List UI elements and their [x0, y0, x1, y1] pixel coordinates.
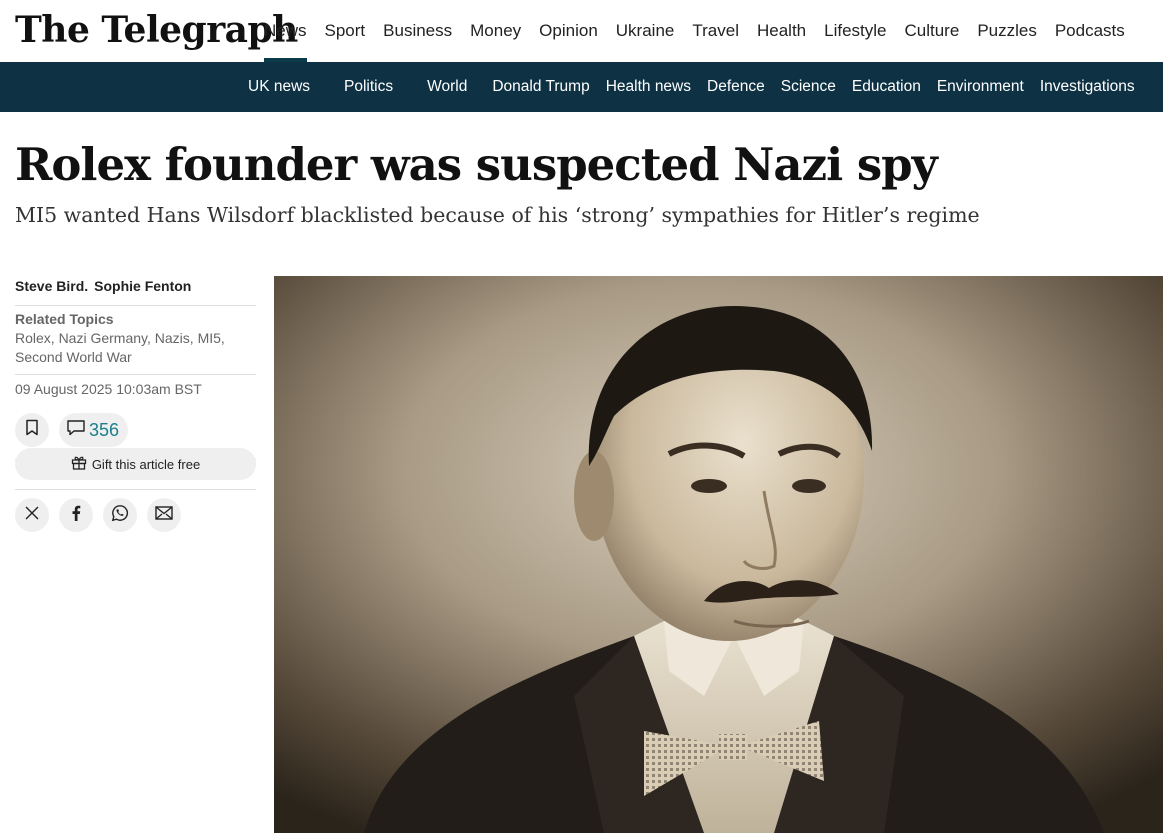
section-sub-nav: UK news Politics World Donald Trump Heal… [0, 62, 1163, 112]
publish-date: 09 August 2025 10:03am BST [15, 381, 202, 397]
nav-item-travel[interactable]: Travel [683, 0, 748, 62]
email-icon [155, 505, 173, 525]
subnav-item-science[interactable]: Science [773, 62, 844, 112]
author-link[interactable]: Sophie Fenton [94, 278, 191, 294]
nav-item-ukraine[interactable]: Ukraine [607, 0, 684, 62]
nav-item-opinion[interactable]: Opinion [530, 0, 607, 62]
comment-icon [66, 419, 86, 442]
portrait-photo [274, 276, 1163, 833]
share-buttons [15, 498, 256, 532]
gift-article-label: Gift this article free [91, 456, 201, 472]
subnav-item-health-news[interactable]: Health news [598, 62, 699, 112]
nav-item-health[interactable]: Health [748, 0, 815, 62]
related-topics-list[interactable]: Rolex, Nazi Germany, Nazis, MI5, Second … [15, 329, 256, 367]
subnav-item-environment[interactable]: Environment [929, 62, 1032, 112]
top-bar: The Telegraph News Sport Business Money … [0, 0, 1163, 62]
comment-count: 356 [89, 419, 120, 440]
nav-item-sport[interactable]: Sport [316, 0, 375, 62]
divider [15, 489, 256, 490]
facebook-icon [71, 505, 81, 526]
hero-portrait-image [274, 276, 1163, 833]
nav-item-business[interactable]: Business [374, 0, 461, 62]
subnav-item-donald-trump[interactable]: Donald Trump [484, 62, 597, 112]
related-topics-label: Related Topics [15, 311, 114, 327]
share-email-button[interactable] [147, 498, 181, 532]
byline: Steve Bird. Sophie Fenton [15, 276, 256, 306]
bookmark-button[interactable] [15, 413, 49, 447]
main-nav: News Sport Business Money Opinion Ukrain… [255, 0, 1134, 62]
share-x-button[interactable] [15, 498, 49, 532]
article-actions: 356 [15, 413, 256, 447]
article-meta-sidebar: Steve Bird. Sophie Fenton Related Topics … [15, 276, 256, 532]
author-link[interactable]: Steve Bird. [15, 278, 88, 294]
whatsapp-icon [111, 504, 129, 527]
article-standfirst: MI5 wanted Hans Wilsdorf blacklisted bec… [15, 203, 980, 227]
related-topics: Related Topics Rolex, Nazi Germany, Nazi… [15, 306, 256, 375]
comments-button[interactable]: 356 [59, 413, 129, 447]
nav-item-money[interactable]: Money [461, 0, 530, 62]
subnav-item-education[interactable]: Education [844, 62, 929, 112]
nav-item-puzzles[interactable]: Puzzles [968, 0, 1046, 62]
nav-item-culture[interactable]: Culture [896, 0, 969, 62]
subnav-item-defence[interactable]: Defence [699, 62, 773, 112]
share-whatsapp-button[interactable] [103, 498, 137, 532]
nav-item-lifestyle[interactable]: Lifestyle [815, 0, 895, 62]
subnav-item-politics[interactable]: Politics [327, 62, 410, 112]
subnav-item-world[interactable]: World [410, 62, 484, 112]
gift-icon [71, 455, 92, 473]
gift-article-button[interactable]: Gift this article free [15, 448, 256, 480]
subnav-item-uk-news[interactable]: UK news [231, 62, 327, 112]
share-facebook-button[interactable] [59, 498, 93, 532]
nav-item-news[interactable]: News [255, 0, 316, 62]
article-headline: Rolex founder was suspected Nazi spy [15, 138, 938, 191]
nav-item-podcasts[interactable]: Podcasts [1046, 0, 1134, 62]
x-icon [24, 505, 40, 526]
bookmark-icon [25, 419, 39, 441]
subnav-item-investigations[interactable]: Investigations [1032, 62, 1143, 112]
